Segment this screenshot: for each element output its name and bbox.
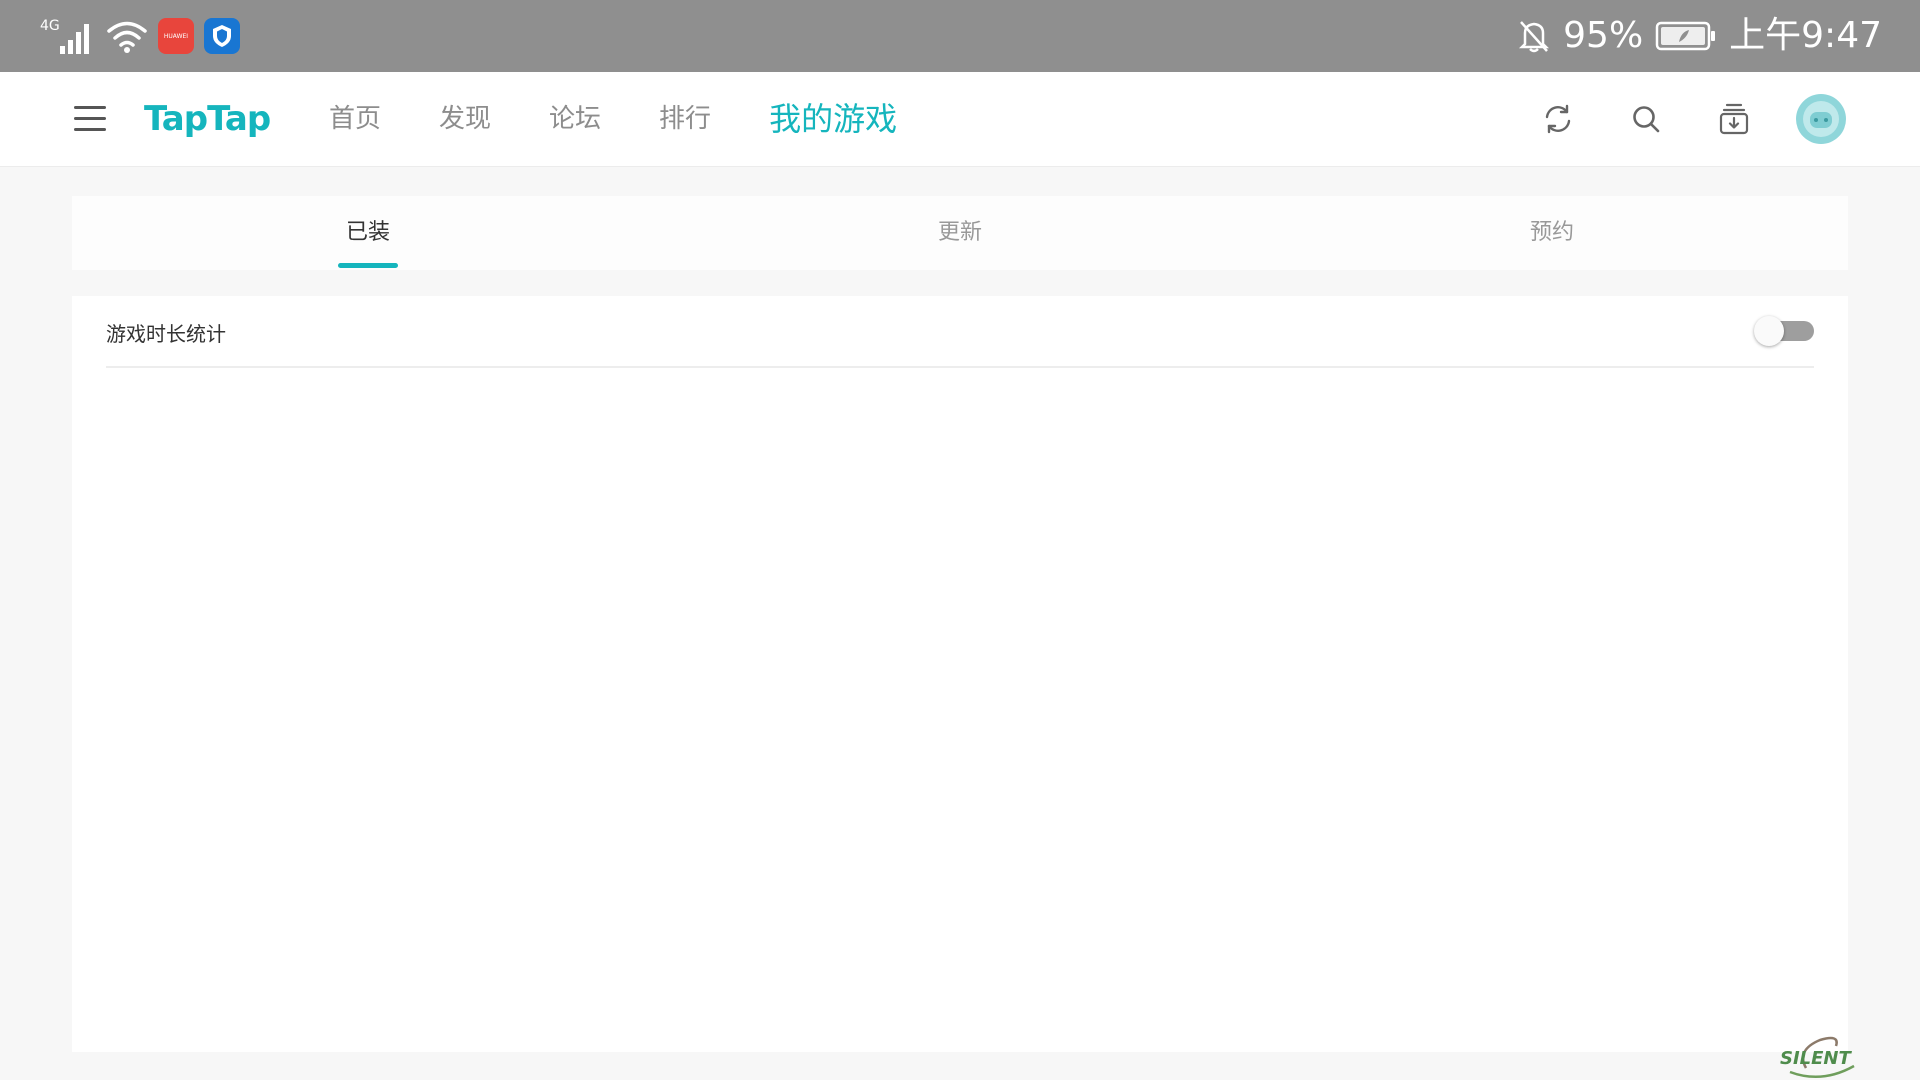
taptap-logo[interactable]: TapTap bbox=[144, 92, 271, 146]
subtab-installed[interactable]: 已装 bbox=[72, 196, 664, 270]
subtab-updates[interactable]: 更新 bbox=[664, 196, 1256, 270]
battery-icon bbox=[1655, 21, 1716, 51]
sub-tabs: 已装 更新 预约 bbox=[72, 196, 1848, 270]
toggle-knob bbox=[1754, 316, 1784, 346]
nav-tabs: 首页 发现 论坛 排行 我的游戏 bbox=[300, 72, 926, 166]
search-icon[interactable] bbox=[1626, 99, 1666, 139]
status-right: 95% 上午9:47 bbox=[1517, 14, 1882, 58]
huawei-app-icon: HUAWEI bbox=[158, 18, 194, 54]
active-tab-indicator bbox=[338, 263, 398, 268]
subtab-label: 更新 bbox=[937, 220, 982, 245]
refresh-icon[interactable] bbox=[1538, 99, 1578, 139]
battery-percent: 95% bbox=[1563, 15, 1644, 56]
wifi-icon bbox=[107, 21, 147, 53]
clock: 上午9:47 bbox=[1729, 15, 1882, 56]
nav-tab-home[interactable]: 首页 bbox=[300, 72, 410, 166]
svg-text:SILENT: SILENT bbox=[1780, 1048, 1852, 1069]
shield-app-icon bbox=[204, 18, 240, 54]
download-manager-icon[interactable] bbox=[1714, 99, 1754, 139]
nav-tab-ranking[interactable]: 排行 bbox=[630, 72, 740, 166]
bell-muted-icon bbox=[1519, 21, 1550, 53]
signal-icon: 4G bbox=[40, 18, 89, 54]
silent-watermark: SILENT bbox=[1780, 1036, 1855, 1078]
huawei-label: HUAWEI bbox=[163, 32, 189, 40]
top-nav: TapTap 首页 发现 论坛 排行 我的游戏 bbox=[0, 72, 1920, 167]
avatar[interactable] bbox=[1796, 94, 1846, 144]
playtime-stats-label: 游戏时长统计 bbox=[106, 322, 226, 346]
nav-tab-discover[interactable]: 发现 bbox=[410, 72, 520, 166]
status-bar: 4G HUAWEI 95% 上午9:47 bbox=[0, 0, 1920, 72]
status-left: 4G HUAWEI bbox=[40, 14, 240, 58]
subtab-reservations[interactable]: 预约 bbox=[1256, 196, 1848, 270]
nav-tab-forum[interactable]: 论坛 bbox=[520, 72, 630, 166]
svg-text:4G: 4G bbox=[40, 18, 60, 34]
subtab-label: 已装 bbox=[345, 220, 390, 245]
playtime-stats-toggle[interactable] bbox=[1754, 316, 1814, 346]
installed-games-panel: 游戏时长统计 bbox=[72, 296, 1848, 1052]
nav-actions bbox=[1538, 72, 1846, 166]
subtab-label: 预约 bbox=[1529, 220, 1574, 245]
playtime-stats-row: 游戏时长统计 bbox=[106, 296, 1814, 368]
menu-icon[interactable] bbox=[74, 106, 108, 132]
nav-tab-my-games[interactable]: 我的游戏 bbox=[740, 72, 926, 166]
